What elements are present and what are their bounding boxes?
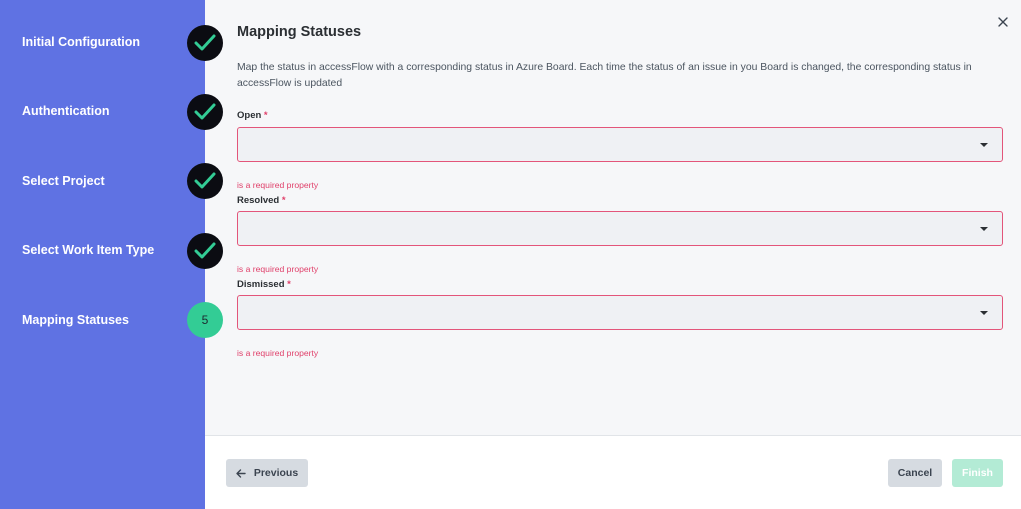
step-complete-check-icon bbox=[187, 94, 223, 130]
open-label-text: Open bbox=[237, 110, 262, 121]
page-description: Map the status in accessFlow with a corr… bbox=[237, 62, 972, 89]
required-asterisk: * bbox=[287, 279, 291, 290]
resolved-label-text: Resolved bbox=[237, 195, 280, 206]
page-title: Mapping Statuses bbox=[237, 24, 362, 40]
finish-button[interactable]: Finish bbox=[952, 459, 1003, 487]
chevron-down-icon bbox=[980, 227, 988, 231]
previous-button-label: Previous bbox=[253, 467, 299, 479]
step-current-number-badge: 5 bbox=[187, 302, 223, 338]
step-label-select-work-item-type: Select Work Item Type bbox=[22, 243, 155, 257]
wizard-footer: Previous Cancel Finish bbox=[205, 435, 1021, 509]
step-label-initial-configuration: Initial Configuration bbox=[22, 35, 141, 49]
open-status-select[interactable] bbox=[237, 127, 1003, 162]
dismissed-error-text: is a required property bbox=[237, 348, 319, 358]
stepper-sidebar: Initial Configuration Authentication Sel… bbox=[0, 0, 205, 509]
resolved-status-select[interactable] bbox=[237, 211, 1003, 246]
step-label-authentication: Authentication bbox=[22, 104, 110, 118]
step-label-mapping-statuses: Mapping Statuses bbox=[22, 313, 129, 327]
chevron-down-icon bbox=[980, 311, 988, 315]
close-icon[interactable] bbox=[995, 14, 1011, 30]
open-error-text: is a required property bbox=[237, 180, 319, 190]
dismissed-label-text: Dismissed bbox=[237, 279, 285, 290]
required-asterisk: * bbox=[281, 195, 286, 206]
cancel-button[interactable]: Cancel bbox=[888, 459, 942, 487]
mapping-form: Mapping Statuses Map the status in acces… bbox=[205, 0, 1021, 435]
step-complete-check-icon bbox=[187, 25, 223, 61]
step-complete-check-icon bbox=[187, 163, 223, 199]
dismissed-field-label: Dismissed * bbox=[237, 279, 291, 290]
chevron-down-icon bbox=[980, 143, 988, 147]
step-complete-check-icon bbox=[187, 233, 223, 269]
required-asterisk: * bbox=[263, 110, 268, 121]
resolved-field-label: Resolved * bbox=[237, 195, 286, 206]
step-label-select-project: Select Project bbox=[22, 174, 105, 188]
previous-button[interactable]: Previous bbox=[226, 459, 308, 487]
resolved-error-text: is a required property bbox=[237, 264, 319, 274]
dismissed-status-select[interactable] bbox=[237, 295, 1003, 330]
arrow-left-icon bbox=[236, 468, 246, 478]
open-field-label: Open * bbox=[237, 110, 268, 121]
